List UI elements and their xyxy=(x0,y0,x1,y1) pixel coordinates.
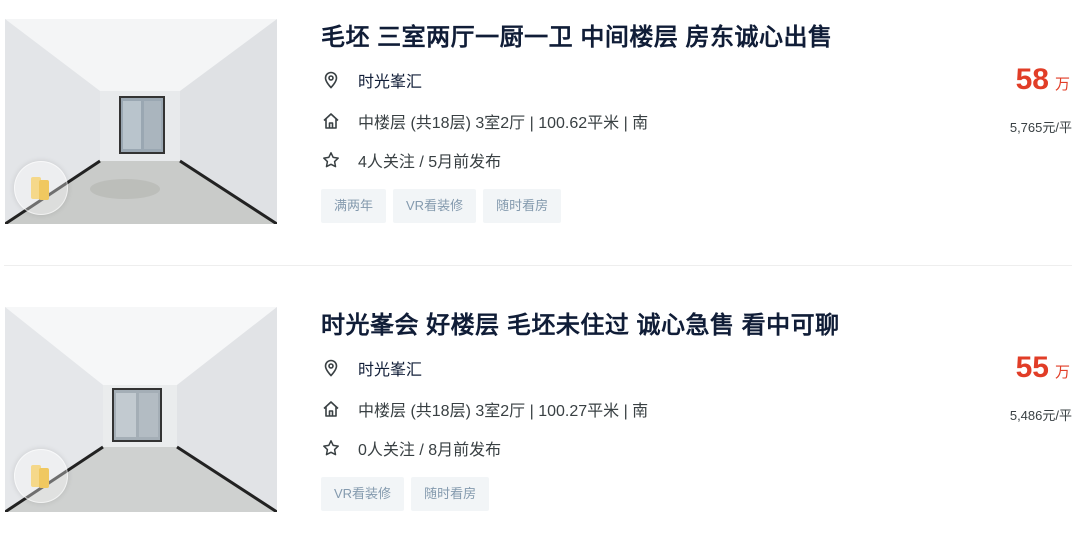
location-pin-icon xyxy=(321,70,341,90)
vr-badge[interactable] xyxy=(14,449,68,503)
star-icon xyxy=(321,150,341,170)
house-info: 中楼层 (共18层) 3室2厅 | 100.27平米 | 南 xyxy=(358,403,649,420)
location-pin-icon xyxy=(321,358,341,378)
follow-info: 0人关注 / 8月前发布 xyxy=(358,442,502,459)
tag: VR看装修 xyxy=(393,189,477,223)
follow-row: 0人关注 / 8月前发布 xyxy=(321,436,501,460)
house-icon xyxy=(321,111,341,131)
house-info-row: 中楼层 (共18层) 3室2厅 | 100.27平米 | 南 xyxy=(321,397,648,421)
tag-list: 满两年 VR看装修 随时看房 xyxy=(321,189,568,223)
follow-info: 4人关注 / 5月前发布 xyxy=(358,154,502,171)
total-price: 58 万 xyxy=(1016,63,1070,97)
listing-card[interactable]: 时光峯会 好楼层 毛坯未住过 诚心急售 看中可聊 时光峯汇 中楼层 (共18层)… xyxy=(0,288,1080,518)
listing-title[interactable]: 时光峯会 好楼层 毛坯未住过 诚心急售 看中可聊 xyxy=(321,305,840,340)
listing-title[interactable]: 毛坯 三室两厅一厨一卫 中间楼层 房东诚心出售 xyxy=(321,17,833,52)
listing-photo[interactable] xyxy=(5,19,277,224)
total-price: 55 万 xyxy=(1016,351,1070,385)
price-value: 58 xyxy=(1015,63,1049,96)
price-value: 55 xyxy=(1015,351,1049,384)
price-unit: 万 xyxy=(1054,76,1070,93)
unit-price: 5,765元/平 xyxy=(1009,120,1072,135)
community-link[interactable]: 时光峯汇 xyxy=(358,68,422,92)
tag: 随时看房 xyxy=(483,189,562,223)
tag: VR看装修 xyxy=(321,477,405,511)
tag-list: VR看装修 随时看房 xyxy=(321,477,496,511)
follow-row: 4人关注 / 5月前发布 xyxy=(321,148,501,172)
tag: 满两年 xyxy=(321,189,387,223)
divider xyxy=(4,265,1072,266)
community-row: 时光峯汇 xyxy=(321,356,422,380)
price-unit: 万 xyxy=(1054,364,1070,381)
house-icon xyxy=(321,399,341,419)
listing-photo[interactable] xyxy=(5,307,277,512)
tag: 随时看房 xyxy=(411,477,490,511)
community-row: 时光峯汇 xyxy=(321,68,422,92)
house-info-row: 中楼层 (共18层) 3室2厅 | 100.62平米 | 南 xyxy=(321,109,648,133)
house-info: 中楼层 (共18层) 3室2厅 | 100.62平米 | 南 xyxy=(358,115,649,132)
star-icon xyxy=(321,438,341,458)
community-link[interactable]: 时光峯汇 xyxy=(358,356,422,380)
unit-price: 5,486元/平 xyxy=(1009,408,1072,423)
vr-badge[interactable] xyxy=(14,161,68,215)
listing-card[interactable]: 毛坯 三室两厅一厨一卫 中间楼层 房东诚心出售 时光峯汇 中楼层 (共18层) … xyxy=(0,0,1080,230)
